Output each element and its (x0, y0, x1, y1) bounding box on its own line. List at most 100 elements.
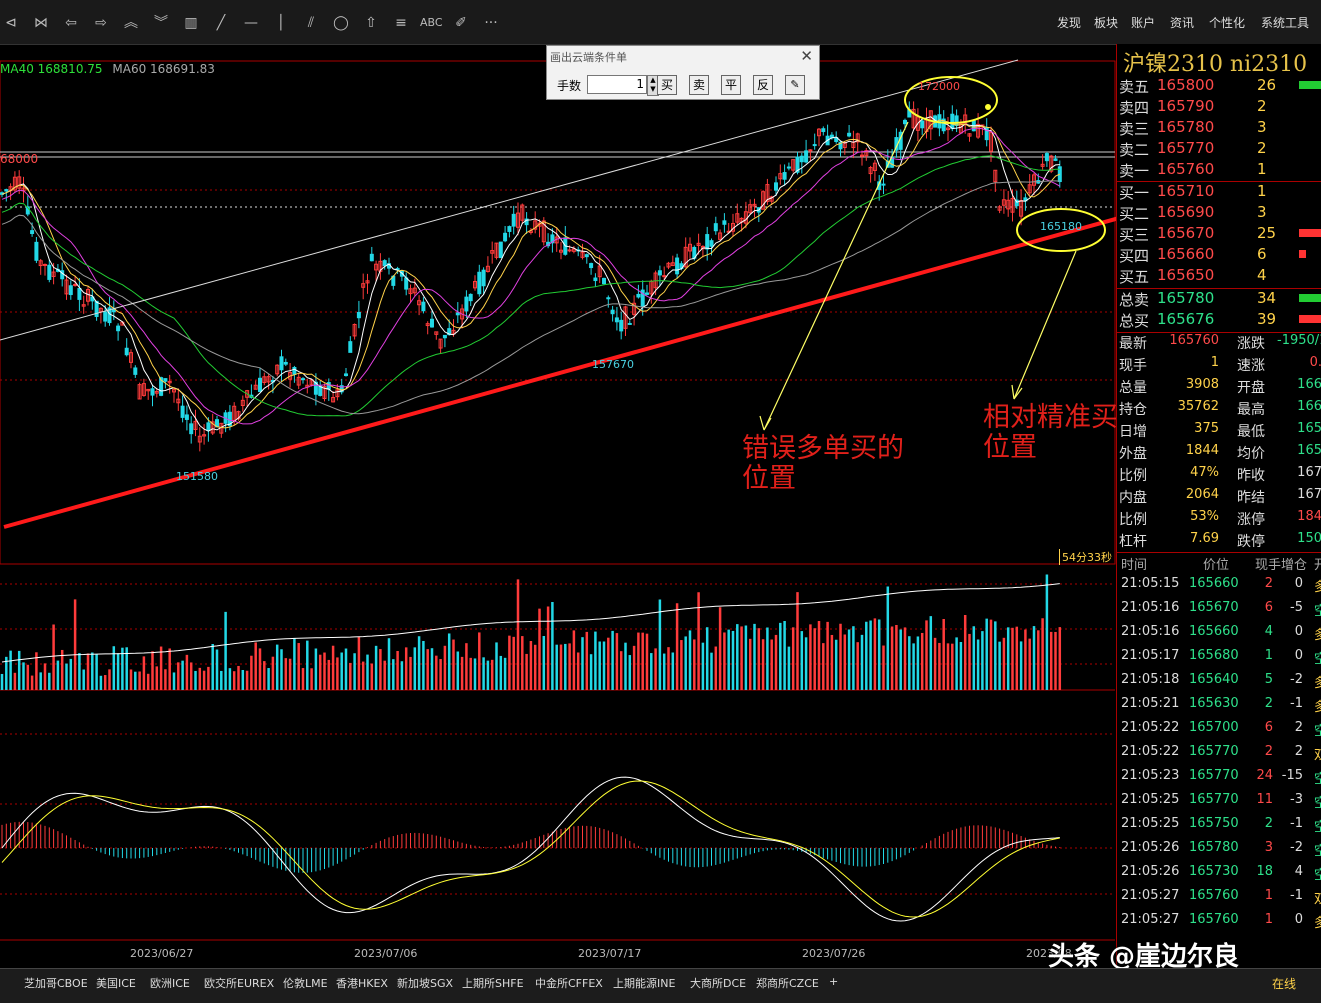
close-position-button[interactable]: 平 (721, 75, 741, 95)
tick-price: 165770 (1189, 792, 1239, 807)
candle-body (567, 249, 572, 252)
tick-header-price: 价位 (1203, 558, 1230, 573)
eraser-icon[interactable]: ✐ (450, 12, 472, 34)
ask-row-3[interactable]: 卖二 165770 2 (1117, 139, 1321, 160)
double-chevron-up-icon[interactable]: ︽ (120, 12, 142, 34)
kline-chart[interactable] (0, 44, 1116, 968)
exchange-tab-3[interactable]: 欧交所EUREX (204, 975, 274, 991)
stat-label: 跌停 (1237, 534, 1265, 550)
tick-time: 21:05:16 (1121, 600, 1180, 615)
tick-price: 165680 (1189, 648, 1239, 663)
candle-body (116, 325, 121, 332)
ellipse-icon[interactable]: ◯ (330, 12, 352, 34)
bid-row-0[interactable]: 买一 165710 1 (1117, 182, 1321, 203)
tick-price: 165750 (1189, 816, 1239, 831)
text-icon[interactable]: ABC (420, 12, 443, 34)
stat-value: 167 (1297, 487, 1321, 502)
bid-row-2[interactable]: 买三 165670 25 (1117, 224, 1321, 245)
stat-value: 150 (1297, 531, 1321, 546)
ask-row-4[interactable]: 卖一 165760 1 (1117, 160, 1321, 181)
menu-item-4[interactable]: 个性化 (1209, 14, 1245, 31)
exchange-tab-0[interactable]: 芝加哥CBOE (24, 975, 88, 991)
stat-label: 涨跌 (1237, 336, 1265, 352)
fib-icon[interactable]: ≡ (390, 12, 412, 34)
arrow-right-icon[interactable]: ⇨ (90, 12, 112, 34)
vline-icon[interactable]: │ (270, 12, 292, 34)
exchange-tab-4[interactable]: 伦敦LME (283, 975, 328, 991)
arrow-left-icon[interactable]: ⇦ (60, 12, 82, 34)
exchange-tab-11[interactable]: 郑商所CZCE (756, 975, 819, 991)
buy-button[interactable]: 买 (657, 75, 677, 95)
candle-body (455, 312, 460, 316)
exchange-tab-9[interactable]: 上期能源INE (613, 975, 675, 991)
tick-oi-change: 0 (1294, 576, 1303, 591)
tick-direction: 空 (1314, 772, 1321, 787)
candle-body (73, 284, 78, 287)
exchange-tab-8[interactable]: 中金所CFFEX (535, 975, 603, 991)
exchange-tab-2[interactable]: 欧洲ICE (150, 975, 190, 991)
bid-row-3[interactable]: 买四 165660 6 (1117, 245, 1321, 266)
pen-icon[interactable]: ✎ (785, 75, 805, 95)
ask-row-2[interactable]: 卖三 165780 3 (1117, 118, 1321, 139)
sell-button[interactable]: 卖 (689, 75, 709, 95)
high-price-label: 172000 (918, 80, 960, 93)
more-icon[interactable]: ··· (480, 12, 502, 34)
ask-volume: 2 (1257, 97, 1267, 115)
date-label-2: 2023/07/17 (578, 947, 642, 960)
candle-body (804, 150, 809, 163)
candle-body (292, 366, 297, 375)
arrow-up-icon[interactable]: ⇧ (360, 12, 382, 34)
bid-level-label: 买五 (1119, 268, 1150, 286)
candle-body (326, 382, 331, 390)
candle-body (43, 263, 47, 266)
close-icon[interactable]: ✕ (800, 47, 813, 65)
line-icon[interactable]: ╱ (210, 12, 232, 34)
cursor-icon[interactable]: ⊲ (0, 12, 22, 34)
stat-value: 166 (1297, 377, 1321, 392)
qty-input[interactable]: 1 (587, 75, 647, 94)
exchange-tab-12[interactable]: + (829, 975, 838, 988)
bid-row-4[interactable]: 买五 165650 4 (1117, 266, 1321, 287)
stat-value: 165 (1297, 421, 1321, 436)
exchange-tab-6[interactable]: 新加坡SGX (397, 975, 453, 991)
tick-row: 21:05:26 165730 18 4 空 (1117, 864, 1321, 888)
tick-volume: 3 (1264, 840, 1273, 855)
tick-time: 21:05:25 (1121, 816, 1180, 831)
tick-time: 21:05:26 (1121, 864, 1180, 879)
parallel-icon[interactable]: ⫽ (300, 12, 322, 34)
stat-label: 涨停 (1237, 512, 1265, 528)
candle-body (464, 296, 469, 312)
exchange-bar: 芝加哥CBOE 美国ICE 欧洲ICE 欧交所EUREX 伦敦LME 香港HKEX 新加坡S… (0, 968, 1321, 1003)
stat-value: 0. (1309, 355, 1321, 370)
ask-row-1[interactable]: 卖四 165790 2 (1117, 97, 1321, 118)
ask-volume: 3 (1257, 118, 1267, 136)
candle-body (34, 241, 39, 261)
candle-body (593, 277, 598, 282)
double-chevron-down-icon[interactable]: ︾ (150, 12, 172, 34)
candle-body (645, 292, 649, 295)
menu-item-1[interactable]: 板块 (1094, 14, 1118, 31)
tick-volume: 6 (1264, 600, 1273, 615)
ask-row-0[interactable]: 卖五 165800 26 (1117, 76, 1321, 97)
menu-item-2[interactable]: 账户 (1131, 14, 1155, 31)
reverse-button[interactable]: 反 (753, 75, 773, 95)
tick-oi-change: 2 (1294, 744, 1303, 759)
layout-icon[interactable]: ▥ (180, 12, 202, 34)
cloud-order-dialog: 画出云端条件单 ✕ 手数 1 ▲ ▼ 买 卖 平 反 ✎ (546, 45, 820, 100)
menu-item-0[interactable]: 发现 (1057, 14, 1081, 31)
exchange-tab-1[interactable]: 美国ICE (96, 975, 136, 991)
quote-panel: 沪镍2310 ni2310 卖五 165800 26 卖四 165790 2 卖三 16578… (1116, 44, 1321, 968)
hline-icon[interactable]: — (240, 12, 262, 34)
candle-body (180, 405, 185, 418)
low-price-label-2: 157670 (592, 358, 634, 371)
menu-item-5[interactable]: 系统工具 (1261, 14, 1309, 31)
tick-time: 21:05:22 (1121, 720, 1180, 735)
bracket-icon[interactable]: ⋈ (30, 12, 52, 34)
bid-row-1[interactable]: 买二 165690 3 (1117, 203, 1321, 224)
menu-item-3[interactable]: 资讯 (1170, 14, 1194, 31)
exchange-tab-5[interactable]: 香港HKEX (336, 975, 388, 991)
candle-body (498, 241, 503, 259)
exchange-tab-10[interactable]: 大商所DCE (690, 975, 746, 991)
tick-oi-change: 0 (1294, 648, 1303, 663)
exchange-tab-7[interactable]: 上期所SHFE (462, 975, 524, 991)
